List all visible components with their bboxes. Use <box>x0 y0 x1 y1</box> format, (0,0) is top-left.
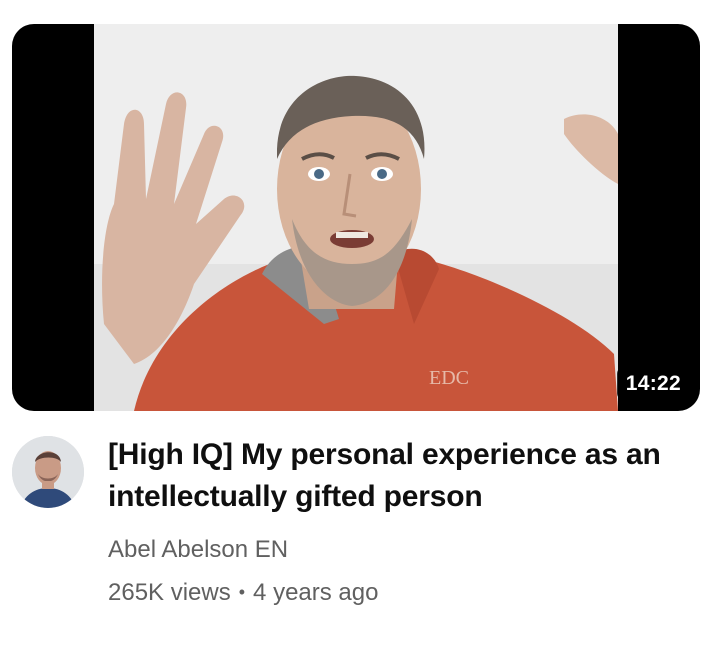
thumbnail-illustration: EDC <box>94 24 618 411</box>
video-stats: 265K views • 4 years ago <box>108 576 668 609</box>
separator-dot: • <box>238 582 246 602</box>
channel-avatar[interactable] <box>12 436 84 508</box>
video-title[interactable]: [High IQ] My personal experience as an i… <box>108 434 668 518</box>
channel-name[interactable]: Abel Abelson EN <box>108 534 668 566</box>
video-details: [High IQ] My personal experience as an i… <box>108 434 668 609</box>
video-card[interactable]: EDC 14:22 [High IQ] My personal experien… <box>0 0 716 656</box>
thumbnail-image: EDC <box>94 24 618 411</box>
avatar-illustration <box>12 436 84 508</box>
video-meta: [High IQ] My personal experience as an i… <box>12 434 702 624</box>
shirt-logo-text: EDC <box>429 367 469 389</box>
upload-age: 4 years ago <box>253 579 379 606</box>
view-count: 265K views <box>108 579 231 606</box>
video-thumbnail[interactable]: EDC 14:22 <box>12 24 700 411</box>
duration-badge: 14:22 <box>616 366 690 401</box>
